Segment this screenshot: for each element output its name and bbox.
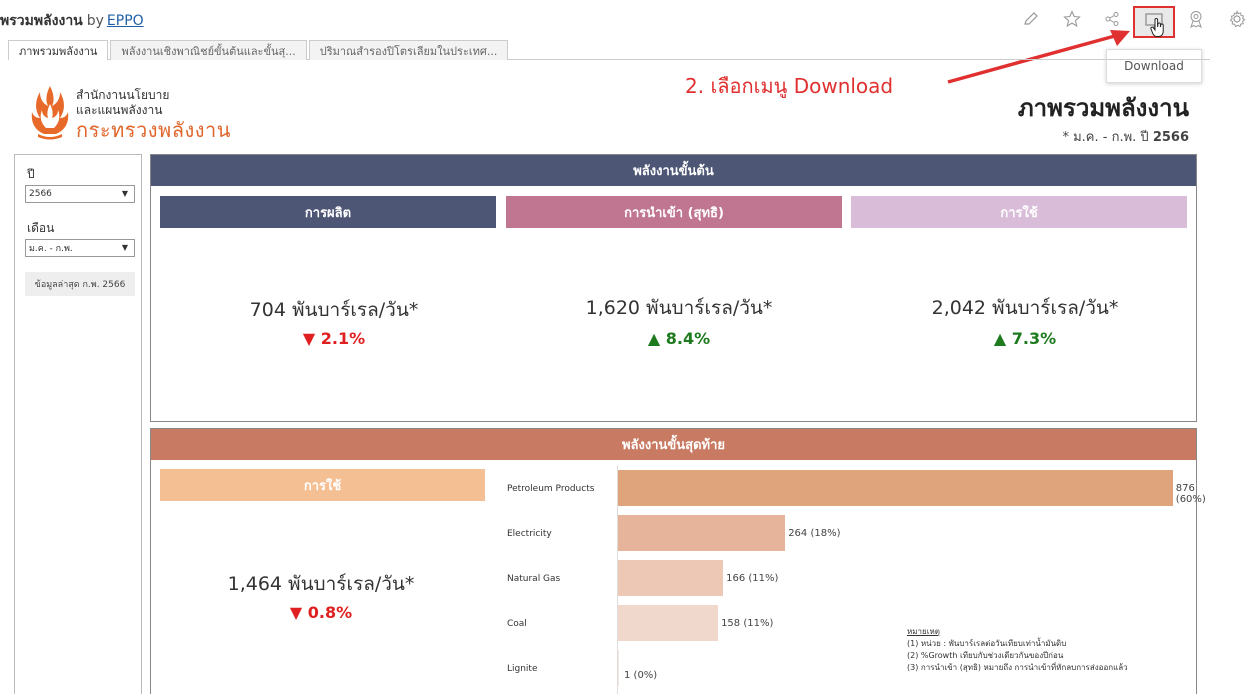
author-link[interactable]: EPPO xyxy=(107,13,144,29)
net-import-value: 1,620 พันบาร์เรล/วัน* xyxy=(585,297,773,319)
tab-petroleum-reserves[interactable]: ปริมาณสำรองปิโตรเลียมในประเทศ... xyxy=(308,40,509,60)
consumption-header: การใช้ xyxy=(851,196,1187,228)
final-energy-header: พลังงานขั้นสุดท้าย xyxy=(151,429,1196,460)
year-select-value: 2566 xyxy=(29,189,52,199)
filter-panel: ปี 2566 ▼ เดือน ม.ค. - ก.พ. ▼ ข้อมูลล่าส… xyxy=(14,154,142,694)
footnotes-heading: หมายเหตุ xyxy=(907,627,940,636)
page-subtitle: * ม.ค. - ก.พ. ปี 2566 xyxy=(1062,126,1189,147)
production-value: 704 พันบาร์เรล/วัน* xyxy=(249,299,419,321)
primary-energy-panel: พลังงานขั้นต้น การผลิต การนำเข้า (สุทธิ)… xyxy=(150,154,1197,422)
net-import-change: ▲ 8.4% xyxy=(647,329,711,348)
flame-logo-icon xyxy=(31,86,69,140)
subtitle-period: * ม.ค. - ก.พ. ปี xyxy=(1062,130,1149,145)
badge-icon[interactable] xyxy=(1185,8,1207,30)
bar-category-label: Electricity xyxy=(507,529,552,539)
consumption-value: 2,042 พันบาร์เรล/วัน* xyxy=(931,297,1119,319)
footnote-2: (2) %Growth เทียบกับช่วงเดียวกันของปีก่อ… xyxy=(907,651,1064,660)
bar-value-label: 1 (0%) xyxy=(624,670,658,681)
tab-overview[interactable]: ภาพรวมพลังงาน xyxy=(8,40,109,60)
production-change: ▼ 2.1% xyxy=(302,329,366,348)
bar-electricity[interactable] xyxy=(618,515,786,551)
bar-value-label: 158 (11%) xyxy=(721,618,774,629)
workbook-title: พรวมพลังงาน by EPPO xyxy=(0,10,144,32)
final-energy-panel: พลังงานขั้นสุดท้าย การใช้ 1,464 พันบาร์เ… xyxy=(150,428,1206,694)
year-select[interactable]: 2566 ▼ xyxy=(25,185,135,203)
chevron-down-icon: ▼ xyxy=(121,243,128,252)
final-consumption-header: การใช้ xyxy=(160,469,485,501)
tab-commercial-energy[interactable]: พลังงานเชิงพาณิชย์ขั้นต้นและขั้นสุ... xyxy=(110,40,307,60)
bar-category-label: Coal xyxy=(507,619,527,629)
bar-value-label: 876 (60%) xyxy=(1175,483,1206,505)
logo-line-3: กระทรวงพลังงาน xyxy=(76,118,231,142)
bar-category-label: Lignite xyxy=(507,664,538,674)
final-consumption-value: 1,464 พันบาร์เรล/วัน* xyxy=(227,573,415,595)
month-select[interactable]: ม.ค. - ก.พ. ▼ xyxy=(25,239,135,257)
bar-category-label: Natural Gas xyxy=(507,574,561,584)
primary-energy-header: พลังงานขั้นต้น xyxy=(151,155,1196,186)
latest-data-button[interactable]: ข้อมูลล่าสุด ก.พ. 2566 xyxy=(25,272,135,296)
page-title: ภาพรวมพลังงาน xyxy=(1017,94,1189,122)
chevron-down-icon: ▼ xyxy=(121,189,128,198)
production-header: การผลิต xyxy=(160,196,496,228)
title-by: by xyxy=(86,13,104,29)
bar-category-label: Petroleum Products xyxy=(507,484,595,494)
bar-coal[interactable] xyxy=(618,605,719,641)
footnotes: หมายเหตุ (1) หน่วย : พันบาร์เรลต่อวันเที… xyxy=(907,626,1128,674)
ministry-logo: สำนักงานนโยบาย และแผนพลังงาน กระทรวงพลัง… xyxy=(30,84,290,142)
title-text: พรวมพลังงาน xyxy=(0,13,83,29)
final-consumption-change: ▼ 0.8% xyxy=(289,603,353,622)
consumption-change: ▲ 7.3% xyxy=(993,329,1057,348)
footnote-1: (1) หน่วย : พันบาร์เรลต่อวันเทียบเท่าน้ำ… xyxy=(907,639,1067,648)
sheet-tabs: ภาพรวมพลังงาน พลังงานเชิงพาณิชย์ขั้นต้นแ… xyxy=(8,40,1210,60)
bar-value-label: 264 (18%) xyxy=(788,528,841,539)
bar-petroleum-products[interactable] xyxy=(618,470,1173,506)
net-import-header: การนำเข้า (สุทธิ) xyxy=(506,196,842,228)
footnote-3: (3) การนำเข้า (สุทธิ) หมายถึง การนำเข้าท… xyxy=(907,663,1128,672)
bar-lignite[interactable] xyxy=(618,650,619,686)
month-label: เดือน xyxy=(27,221,55,235)
annotation-text: 2. เลือกเมนู Download xyxy=(685,74,894,98)
bar-value-label: 166 (11%) xyxy=(726,573,779,584)
year-label: ปี xyxy=(27,167,35,181)
settings-icon[interactable] xyxy=(1226,8,1248,30)
bar-natural-gas[interactable] xyxy=(618,560,724,596)
subtitle-year: 2566 xyxy=(1152,130,1189,145)
month-select-value: ม.ค. - ก.พ. xyxy=(29,244,73,254)
